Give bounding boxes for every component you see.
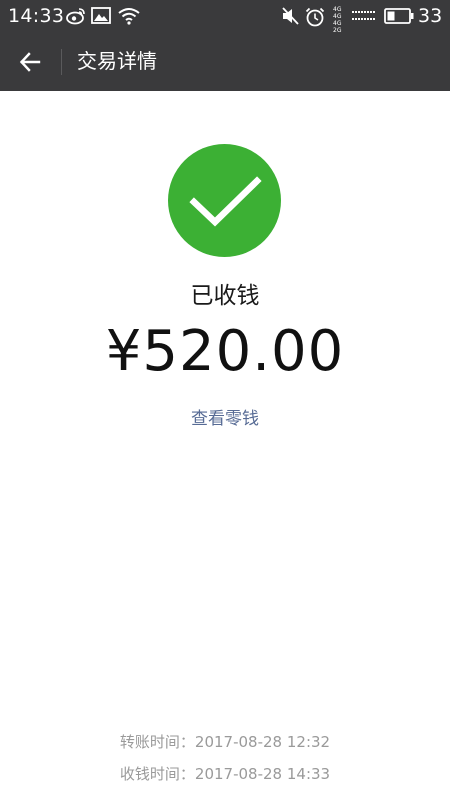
page-title: 交易详情 bbox=[77, 49, 157, 73]
transfer-time-row: 转账时间：2017-08-28 12:32 bbox=[0, 730, 450, 754]
back-button[interactable] bbox=[0, 32, 60, 91]
transfer-time-label: 转账时间： bbox=[119, 733, 195, 751]
check-circle-icon bbox=[168, 144, 281, 257]
receive-time-value: 2017-08-28 14:33 bbox=[194, 765, 331, 783]
weibo-icon bbox=[66, 8, 85, 25]
battery-percent: 33 bbox=[418, 5, 443, 27]
toolbar: 交易详情 bbox=[0, 32, 450, 91]
amount-value: ¥520.00 bbox=[105, 319, 345, 384]
transfer-time-value: 2017-08-28 12:32 bbox=[194, 733, 331, 751]
status-bar: 14:33 4G 4G 4G 2G 33 bbox=[0, 0, 450, 34]
toolbar-divider bbox=[61, 49, 62, 75]
signal-icon bbox=[352, 11, 375, 20]
status-time: 14:33 bbox=[8, 5, 65, 27]
network-type-label: 4G 4G 4G 2G bbox=[333, 6, 351, 34]
battery-icon bbox=[384, 8, 414, 24]
image-icon bbox=[91, 7, 111, 24]
mute-icon bbox=[282, 7, 299, 25]
view-balance-link[interactable]: 查看零钱 bbox=[0, 405, 450, 433]
receive-time-row: 收钱时间：2017-08-28 14:33 bbox=[0, 762, 450, 786]
wifi-icon bbox=[118, 8, 140, 25]
arrow-left-icon bbox=[19, 52, 41, 72]
alarm-icon bbox=[305, 7, 325, 27]
network-type-top: 4G 4G bbox=[333, 6, 342, 20]
status-text: 已收钱 bbox=[190, 283, 260, 309]
receive-time-label: 收钱时间： bbox=[119, 765, 195, 783]
